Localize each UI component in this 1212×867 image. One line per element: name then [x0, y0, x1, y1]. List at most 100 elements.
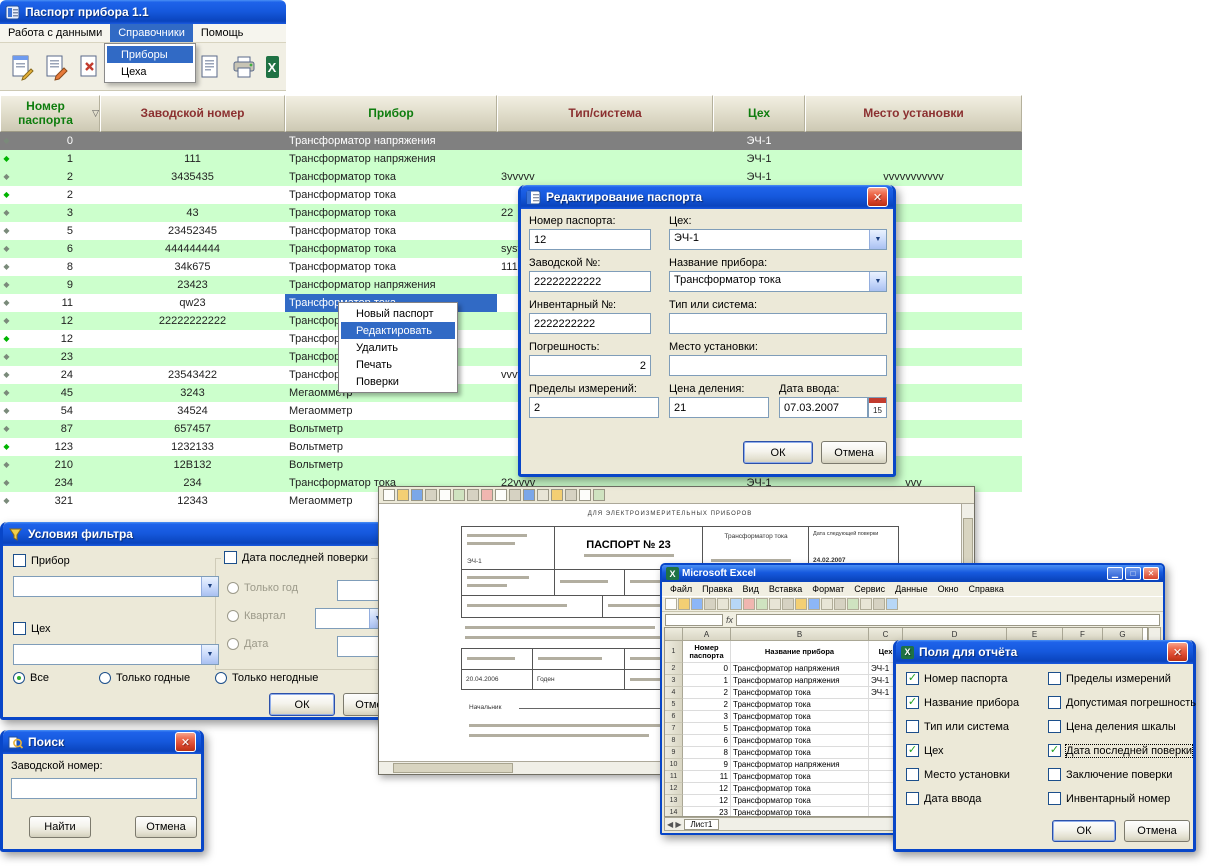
excel-cell[interactable]: 8: [683, 747, 731, 759]
all-radio[interactable]: Все: [13, 672, 49, 684]
column-header-5[interactable]: Место установки: [805, 95, 1022, 132]
excel-row-number[interactable]: 6: [665, 711, 683, 723]
menu-item-2[interactable]: Помощь: [193, 24, 252, 42]
excel-menu-6[interactable]: Данные: [890, 584, 933, 594]
excel-tool-icon-15[interactable]: [860, 598, 872, 610]
excel-cell[interactable]: Трансформатор напряжения: [731, 663, 869, 675]
excel-row-number[interactable]: 12: [665, 783, 683, 795]
preview-tool-icon-6[interactable]: [467, 489, 479, 501]
year-only-radio[interactable]: Только год: [227, 582, 298, 594]
excel-tool-icon-17[interactable]: [886, 598, 898, 610]
report-field-checkbox-right-2[interactable]: Цена деления шкалы: [1048, 720, 1176, 733]
install-place-input[interactable]: [669, 355, 887, 376]
report-field-checkbox-left-5[interactable]: Дата ввода: [906, 792, 981, 805]
preview-tool-icon-4[interactable]: [439, 489, 451, 501]
checkbox-box[interactable]: [906, 792, 919, 805]
excel-cell[interactable]: 12: [683, 783, 731, 795]
preview-tool-icon-11[interactable]: [537, 489, 549, 501]
shop-filter-checkbox[interactable]: Цех: [13, 622, 51, 635]
report-icon[interactable]: [196, 51, 224, 83]
preview-tool-icon-5[interactable]: [453, 489, 465, 501]
checkbox-box[interactable]: [1048, 768, 1061, 781]
find-button[interactable]: Найти: [29, 816, 91, 838]
excel-cell[interactable]: 2: [683, 687, 731, 699]
column-header-3[interactable]: Тип/система: [497, 95, 713, 132]
report-field-checkbox-right-5[interactable]: Инвентарный номер: [1048, 792, 1170, 805]
excel-tool-icon-0[interactable]: [665, 598, 677, 610]
excel-tool-icon-16[interactable]: [873, 598, 885, 610]
device-filter-combobox[interactable]: ▼: [13, 576, 219, 597]
preview-tool-icon-8[interactable]: [495, 489, 507, 501]
maximize-icon[interactable]: □: [1125, 567, 1141, 580]
excel-cell[interactable]: Название прибора: [731, 641, 869, 663]
excel-menu-0[interactable]: Файл: [665, 584, 697, 594]
checkbox-box[interactable]: [1048, 672, 1061, 685]
preview-tool-icon-0[interactable]: [383, 489, 395, 501]
tab-scroll-icons[interactable]: ◀ ▶: [667, 820, 682, 829]
excel-row-number[interactable]: 7: [665, 723, 683, 735]
excel-cell[interactable]: Трансформатор тока: [731, 735, 869, 747]
preview-tool-icon-1[interactable]: [397, 489, 409, 501]
edit-passport-icon[interactable]: [42, 51, 70, 83]
excel-column-C[interactable]: C: [869, 628, 903, 641]
table-row[interactable]: ◆0Трансформатор напряженияЭЧ-1: [0, 132, 1022, 150]
excel-cell[interactable]: 12: [683, 795, 731, 807]
checkbox-box[interactable]: ✓: [906, 744, 919, 757]
excel-tool-icon-5[interactable]: [730, 598, 742, 610]
excel-cell[interactable]: 23: [683, 807, 731, 817]
excel-cell[interactable]: Номер паспорта: [683, 641, 731, 663]
bad-only-radio[interactable]: Только негодные: [215, 672, 318, 684]
edit-dialog-titlebar[interactable]: Редактирование паспорта ✕: [521, 185, 893, 209]
context-menu-item-4[interactable]: Поверки: [341, 373, 455, 390]
excel-cell[interactable]: Трансформатор тока: [731, 771, 869, 783]
shop-combobox[interactable]: ЭЧ-1 ▼: [669, 229, 887, 250]
minimize-icon[interactable]: ▁: [1107, 567, 1123, 580]
excel-column-B[interactable]: B: [731, 628, 869, 641]
checkbox-box[interactable]: ✓: [906, 672, 919, 685]
excel-row-number[interactable]: 4: [665, 687, 683, 699]
excel-cell[interactable]: 6: [683, 735, 731, 747]
excel-cell[interactable]: 2: [683, 699, 731, 711]
good-only-radio[interactable]: Только годные: [99, 672, 190, 684]
chevron-down-icon[interactable]: ▼: [869, 272, 886, 291]
excel-menu-2[interactable]: Вид: [738, 584, 764, 594]
excel-cell[interactable]: Трансформатор тока: [731, 795, 869, 807]
excel-row-number[interactable]: 5: [665, 699, 683, 711]
close-icon[interactable]: ✕: [175, 732, 196, 752]
excel-row-number[interactable]: 8: [665, 735, 683, 747]
close-icon[interactable]: ✕: [1167, 642, 1188, 662]
device-filter-checkbox[interactable]: Прибор: [13, 554, 70, 567]
preview-tool-icon-13[interactable]: [565, 489, 577, 501]
excel-tool-icon-1[interactable]: [678, 598, 690, 610]
excel-tool-icon-2[interactable]: [691, 598, 703, 610]
context-menu-item-3[interactable]: Печать: [341, 356, 455, 373]
search-dialog-titlebar[interactable]: Поиск ✕: [3, 730, 201, 754]
ok-button[interactable]: ОК: [1052, 820, 1116, 842]
new-passport-icon[interactable]: [8, 51, 36, 83]
excel-tool-icon-11[interactable]: [808, 598, 820, 610]
cancel-button[interactable]: Отмена: [135, 816, 197, 838]
factory-number-search-input[interactable]: [11, 778, 197, 799]
factory-number-input[interactable]: [529, 271, 651, 292]
excel-tool-icon-3[interactable]: [704, 598, 716, 610]
ok-button[interactable]: ОК: [743, 441, 813, 464]
column-header-0[interactable]: Номер паспорта▽: [0, 95, 100, 132]
excel-tool-icon-14[interactable]: [847, 598, 859, 610]
excel-row-number[interactable]: 2: [665, 663, 683, 675]
preview-tool-icon-14[interactable]: [579, 489, 591, 501]
delete-passport-icon[interactable]: [76, 51, 104, 83]
context-menu-item-2[interactable]: Удалить: [341, 339, 455, 356]
sheet-tab[interactable]: Лист1: [684, 819, 720, 830]
print-icon[interactable]: [230, 51, 258, 83]
excel-cell[interactable]: 3: [683, 711, 731, 723]
radio-circle[interactable]: [215, 672, 227, 684]
excel-corner-cell[interactable]: [665, 628, 683, 641]
input-date-field[interactable]: [779, 397, 868, 418]
checkbox-box[interactable]: [1048, 792, 1061, 805]
excel-row-number[interactable]: 10: [665, 759, 683, 771]
report-field-checkbox-right-1[interactable]: Допустимая погрешность: [1048, 696, 1196, 709]
report-field-checkbox-left-2[interactable]: Тип или система: [906, 720, 1009, 733]
excel-menu-4[interactable]: Формат: [807, 584, 849, 594]
inventory-number-input[interactable]: [529, 313, 651, 334]
main-window-titlebar[interactable]: Паспорт прибора 1.1: [0, 0, 286, 24]
